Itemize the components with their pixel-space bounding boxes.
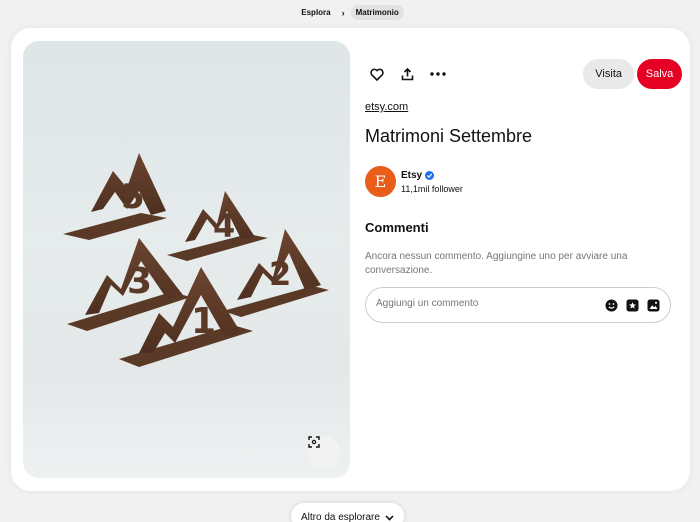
pin-details: Visita Salva etsy.com Matrimoni Settembr…	[365, 28, 683, 491]
verified-icon	[425, 170, 435, 180]
wood-sign-4: 4	[167, 191, 268, 261]
comments-empty-state: Ancora nessun commento. Aggiungine uno p…	[365, 251, 628, 276]
sign-number-1: 1	[191, 301, 216, 342]
explore-more-label: Altro da esplorare	[301, 512, 380, 522]
emoji-icon[interactable]	[604, 298, 618, 312]
breadcrumb-item-esplora[interactable]: Esplora	[296, 5, 335, 20]
share-button[interactable]	[395, 62, 419, 86]
follower-count: 11,1mil follower	[401, 183, 463, 194]
chevron-down-icon	[385, 515, 394, 521]
sticker-icon[interactable]	[625, 298, 639, 312]
save-button[interactable]: Salva	[637, 59, 682, 89]
visit-button[interactable]: Visita	[583, 59, 634, 89]
pin-actions-bar: Visita Salva	[365, 59, 683, 89]
more-icon	[430, 72, 446, 76]
breadcrumb: Esplora › Matrimonio	[0, 5, 700, 20]
more-options-button[interactable]	[426, 62, 450, 86]
table-numbers-photo: 5 4 2 3 1	[63, 153, 329, 367]
source-domain-link[interactable]: etsy.com	[365, 101, 408, 113]
share-icon	[401, 67, 413, 80]
pin-card: 5 4 2 3 1 Visita Salva etsy.com Matrimon…	[11, 28, 690, 491]
sign-number-4: 4	[213, 207, 235, 245]
heart-icon	[370, 68, 384, 81]
creator-profile[interactable]: E Etsy 11,1mil follower	[365, 166, 463, 197]
breadcrumb-item-matrimonio[interactable]: Matrimonio	[350, 5, 404, 20]
comment-input[interactable]	[376, 298, 596, 309]
sign-number-5: 5	[121, 177, 145, 217]
wood-sign-5: 5	[63, 153, 167, 240]
pin-image[interactable]: 5 4 2 3 1	[23, 41, 350, 478]
sign-number-2: 2	[269, 255, 291, 293]
creator-name-row: Etsy	[401, 170, 463, 181]
creator-name[interactable]: Etsy	[401, 170, 422, 181]
sign-number-3: 3	[127, 261, 152, 302]
pin-title: Matrimoni Settembre	[365, 126, 533, 146]
image-upload-icon[interactable]	[646, 298, 660, 312]
like-button[interactable]	[365, 62, 389, 86]
breadcrumb-separator: ›	[341, 7, 345, 18]
comments-heading: Commenti	[365, 220, 429, 235]
wood-sign-3: 3	[67, 238, 191, 331]
creator-info: Etsy 11,1mil follower	[401, 170, 463, 194]
lens-icon	[308, 436, 320, 448]
comment-box	[365, 287, 671, 323]
visual-search-button[interactable]	[308, 436, 340, 468]
explore-more-button[interactable]: Altro da esplorare	[291, 503, 404, 522]
avatar[interactable]: E	[365, 166, 396, 197]
